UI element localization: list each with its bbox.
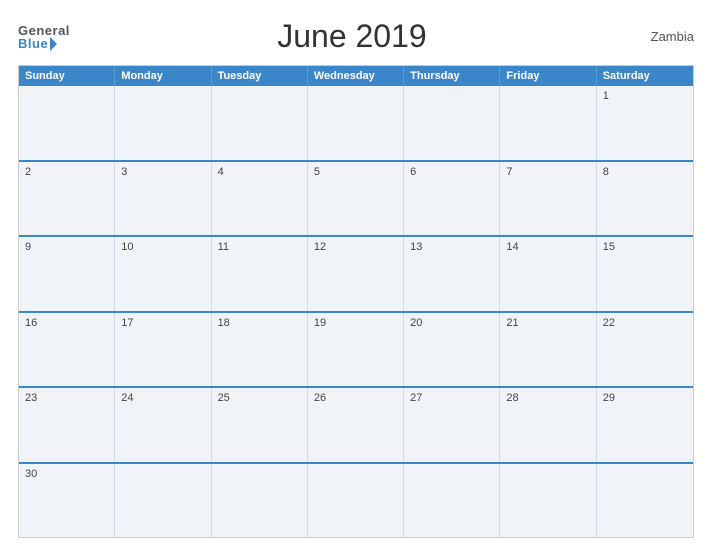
day-cell-28: 28 — [500, 388, 596, 462]
day-cell-18: 18 — [212, 313, 308, 387]
day-cell-26: 26 — [308, 388, 404, 462]
header-thursday: Thursday — [404, 66, 500, 86]
day-cell — [404, 86, 500, 160]
day-cell — [597, 464, 693, 538]
day-cell-6: 6 — [404, 162, 500, 236]
header-monday: Monday — [115, 66, 211, 86]
day-cell-10: 10 — [115, 237, 211, 311]
day-cell — [308, 86, 404, 160]
day-cell-24: 24 — [115, 388, 211, 462]
day-cell — [500, 86, 596, 160]
day-cell-3: 3 — [115, 162, 211, 236]
day-cell-1: 1 — [597, 86, 693, 160]
day-cell-25: 25 — [212, 388, 308, 462]
week-row-6: 30 — [19, 462, 693, 538]
week-row-2: 2 3 4 5 6 7 8 — [19, 160, 693, 236]
day-cell-5: 5 — [308, 162, 404, 236]
day-cell-13: 13 — [404, 237, 500, 311]
country-label: Zambia — [634, 29, 694, 44]
page: General Blue June 2019 Zambia Sunday Mon… — [0, 0, 712, 550]
day-cell-21: 21 — [500, 313, 596, 387]
day-cell-20: 20 — [404, 313, 500, 387]
day-cell-29: 29 — [597, 388, 693, 462]
day-headers-row: Sunday Monday Tuesday Wednesday Thursday… — [19, 66, 693, 86]
day-cell-12: 12 — [308, 237, 404, 311]
day-cell-27: 27 — [404, 388, 500, 462]
day-cell-9: 9 — [19, 237, 115, 311]
header-saturday: Saturday — [597, 66, 693, 86]
day-cell — [115, 86, 211, 160]
day-cell-16: 16 — [19, 313, 115, 387]
day-cell — [19, 86, 115, 160]
weeks-container: 1 2 3 4 5 6 7 8 9 10 11 12 13 14 15 — [19, 86, 693, 537]
day-cell — [404, 464, 500, 538]
calendar-title: June 2019 — [70, 18, 634, 55]
logo-blue-text: Blue — [18, 37, 70, 50]
week-row-1: 1 — [19, 86, 693, 160]
logo-triangle-icon — [50, 37, 57, 51]
day-cell-30: 30 — [19, 464, 115, 538]
header-wednesday: Wednesday — [308, 66, 404, 86]
day-cell-8: 8 — [597, 162, 693, 236]
day-cell-11: 11 — [212, 237, 308, 311]
week-row-3: 9 10 11 12 13 14 15 — [19, 235, 693, 311]
day-cell-14: 14 — [500, 237, 596, 311]
day-cell-22: 22 — [597, 313, 693, 387]
logo: General Blue — [18, 24, 70, 50]
day-cell — [212, 86, 308, 160]
day-cell-7: 7 — [500, 162, 596, 236]
week-row-5: 23 24 25 26 27 28 29 — [19, 386, 693, 462]
day-cell — [308, 464, 404, 538]
day-cell-23: 23 — [19, 388, 115, 462]
day-cell — [212, 464, 308, 538]
day-cell-15: 15 — [597, 237, 693, 311]
week-row-4: 16 17 18 19 20 21 22 — [19, 311, 693, 387]
day-cell-4: 4 — [212, 162, 308, 236]
header: General Blue June 2019 Zambia — [18, 18, 694, 55]
logo-general-text: General — [18, 24, 70, 37]
day-cell-2: 2 — [19, 162, 115, 236]
calendar: Sunday Monday Tuesday Wednesday Thursday… — [18, 65, 694, 538]
day-cell-19: 19 — [308, 313, 404, 387]
header-friday: Friday — [500, 66, 596, 86]
day-cell-17: 17 — [115, 313, 211, 387]
day-cell — [115, 464, 211, 538]
header-tuesday: Tuesday — [212, 66, 308, 86]
day-cell — [500, 464, 596, 538]
header-sunday: Sunday — [19, 66, 115, 86]
